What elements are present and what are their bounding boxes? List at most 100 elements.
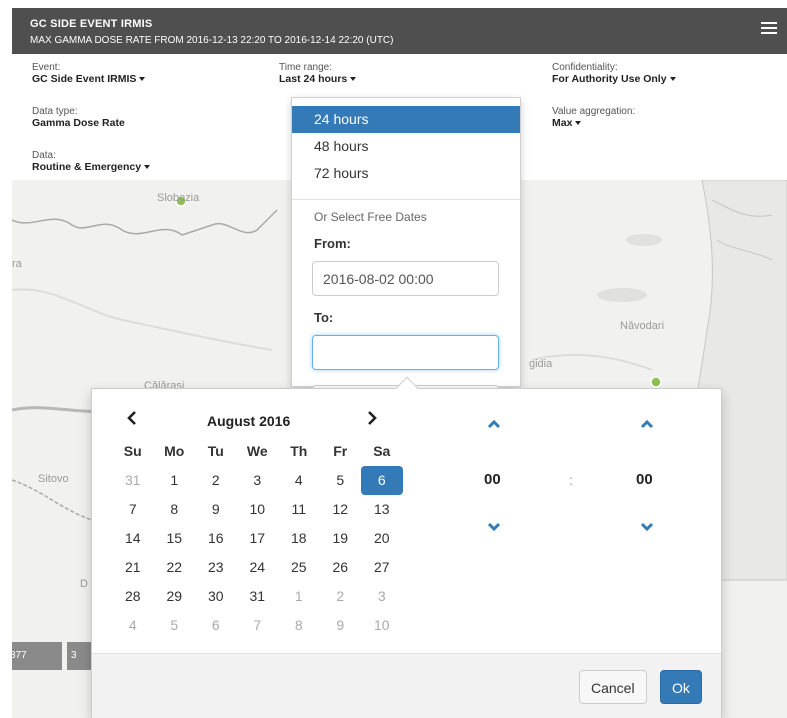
calendar-day[interactable]: 27	[361, 553, 403, 582]
calendar-day[interactable]: 9	[195, 495, 237, 524]
cancel-button[interactable]: Cancel	[579, 670, 647, 704]
calendar-day[interactable]: 24	[237, 553, 279, 582]
calendar-header: August 2016	[112, 407, 402, 437]
minute-value[interactable]: 00	[636, 471, 653, 488]
menu-divider	[292, 199, 520, 200]
calendar-day[interactable]: 4	[278, 466, 320, 495]
chevron-right-icon[interactable]	[362, 411, 382, 430]
calendar-day[interactable]: 10	[361, 611, 403, 640]
calendar-day[interactable]: 5	[154, 611, 196, 640]
confidentiality-dropdown[interactable]: For Authority Use Only	[552, 73, 676, 86]
hour-value[interactable]: 00	[484, 471, 501, 488]
calendar-day[interactable]: 2	[195, 466, 237, 495]
calendar-day[interactable]: 22	[154, 553, 196, 582]
time-range-option-24h[interactable]: 24 hours	[292, 106, 520, 133]
calendar-day[interactable]: 12	[320, 495, 362, 524]
calendar-day[interactable]: 15	[154, 524, 196, 553]
event-filter: Event: GC Side Event IRMIS	[32, 62, 146, 86]
calendar-day[interactable]: 28	[112, 582, 154, 611]
calendar-day[interactable]: 29	[154, 582, 196, 611]
map-label: Năvodari	[620, 320, 665, 332]
calendar-day[interactable]: 1	[278, 582, 320, 611]
station-marker[interactable]	[650, 376, 662, 388]
calendar-day[interactable]: 10	[237, 495, 279, 524]
calendar-day[interactable]: 23	[195, 553, 237, 582]
time-range-option-48h[interactable]: 48 hours	[292, 133, 520, 160]
weekday-label: We	[246, 443, 268, 459]
calendar-day[interactable]: 13	[361, 495, 403, 524]
weekday-header-row: Su Mo Tu We Th Fr Sa	[112, 437, 403, 466]
page-subtitle: MAX GAMMA DOSE RATE FROM 2016-12-13 22:2…	[30, 35, 394, 46]
hour-down-chevron-icon[interactable]	[479, 522, 509, 542]
time-separator: :	[569, 472, 573, 488]
map-label: ra	[12, 258, 22, 270]
event-label: Event:	[32, 62, 61, 73]
aggregation-dropdown[interactable]: Max	[552, 117, 635, 130]
calendar-day[interactable]: 6	[195, 611, 237, 640]
calendar-day[interactable]: 9	[320, 611, 362, 640]
calendar-day[interactable]: 17	[237, 524, 279, 553]
calendar-grid: Su Mo Tu We Th Fr Sa 31 1 2 3 4 5 6 7 8 9 10 11 12 13 14 15 16 1…	[112, 437, 403, 640]
calendar-day[interactable]: 31	[237, 582, 279, 611]
weekday-label: Th	[290, 443, 308, 459]
aggregation-value: Max	[552, 117, 573, 129]
calendar-day[interactable]: 5	[320, 466, 362, 495]
caret-down-icon	[144, 165, 151, 170]
chevron-left-icon[interactable]	[122, 411, 142, 430]
calendar-day[interactable]: 31	[112, 466, 154, 495]
calendar-day[interactable]: 30	[195, 582, 237, 611]
calendar-day[interactable]: 8	[278, 611, 320, 640]
calendar-day[interactable]: 3	[361, 582, 403, 611]
calendar-week-row: 21 22 23 24 25 26 27	[112, 553, 403, 582]
calendar-day[interactable]: 19	[320, 524, 362, 553]
calendar-day[interactable]: 14	[112, 524, 154, 553]
calendar-day[interactable]: 16	[195, 524, 237, 553]
minute-up-chevron-icon[interactable]	[632, 419, 662, 439]
weekday-label: Fr	[333, 443, 348, 459]
time-range-option-72h[interactable]: 72 hours	[292, 160, 520, 187]
free-dates-hint: Or Select Free Dates	[314, 210, 427, 224]
map-label: Slobozia	[157, 192, 200, 204]
calendar-day[interactable]: 21	[112, 553, 154, 582]
calendar-day[interactable]: 20	[361, 524, 403, 553]
calendar-day[interactable]: 4	[112, 611, 154, 640]
calendar-day[interactable]: 25	[278, 553, 320, 582]
calendar-day[interactable]: 2	[320, 582, 362, 611]
calendar-day[interactable]: 7	[112, 495, 154, 524]
time-range-label: Time range:	[279, 62, 332, 73]
data-label: Data:	[32, 150, 56, 161]
caret-down-icon	[575, 121, 582, 126]
weekday-label: Tu	[207, 443, 224, 459]
calendar-day[interactable]: 26	[320, 553, 362, 582]
time-range-dropdown[interactable]: Last 24 hours	[279, 73, 357, 86]
hour-up-chevron-icon[interactable]	[479, 419, 509, 439]
datetime-picker: August 2016 Su Mo Tu We Th Fr Sa 31 1 2 3 4 5 6 7 8 9 10 1…	[91, 376, 722, 718]
calendar-day[interactable]: 3	[237, 466, 279, 495]
data-dropdown[interactable]: Routine & Emergency	[32, 161, 151, 174]
calendar-day[interactable]: 18	[278, 524, 320, 553]
page-title: GC SIDE EVENT IRMIS	[30, 18, 153, 30]
calendar-day[interactable]: 11	[278, 495, 320, 524]
time-range-menu: 24 hours 48 hours 72 hours Or Select Fre…	[291, 97, 521, 391]
ok-button[interactable]: Ok	[660, 670, 702, 704]
to-date-input[interactable]	[312, 335, 499, 370]
calendar-week-row: 7 8 9 10 11 12 13	[112, 495, 403, 524]
minute-down-chevron-icon[interactable]	[632, 522, 662, 542]
app-header: GC SIDE EVENT IRMIS MAX GAMMA DOSE RATE …	[12, 8, 787, 54]
aggregation-label: Value aggregation:	[552, 106, 636, 117]
map-label: D	[80, 578, 88, 590]
caret-down-icon	[669, 77, 676, 82]
confidentiality-value: For Authority Use Only	[552, 73, 667, 85]
calendar-day-selected[interactable]: 6	[361, 466, 403, 495]
hamburger-menu-icon[interactable]	[761, 22, 777, 38]
month-title[interactable]: August 2016	[207, 413, 290, 429]
caret-down-icon	[139, 77, 146, 82]
time-range-value: Last 24 hours	[279, 73, 348, 85]
calendar-day[interactable]: 8	[154, 495, 196, 524]
event-dropdown[interactable]: GC Side Event IRMIS	[32, 73, 146, 86]
from-date-input[interactable]	[312, 261, 499, 296]
calendar-day[interactable]: 1	[154, 466, 196, 495]
calendar: August 2016 Su Mo Tu We Th Fr Sa 31 1 2 3 4 5 6 7 8 9 10 1…	[112, 407, 403, 640]
calendar-week-row: 14 15 16 17 18 19 20	[112, 524, 403, 553]
calendar-day[interactable]: 7	[237, 611, 279, 640]
